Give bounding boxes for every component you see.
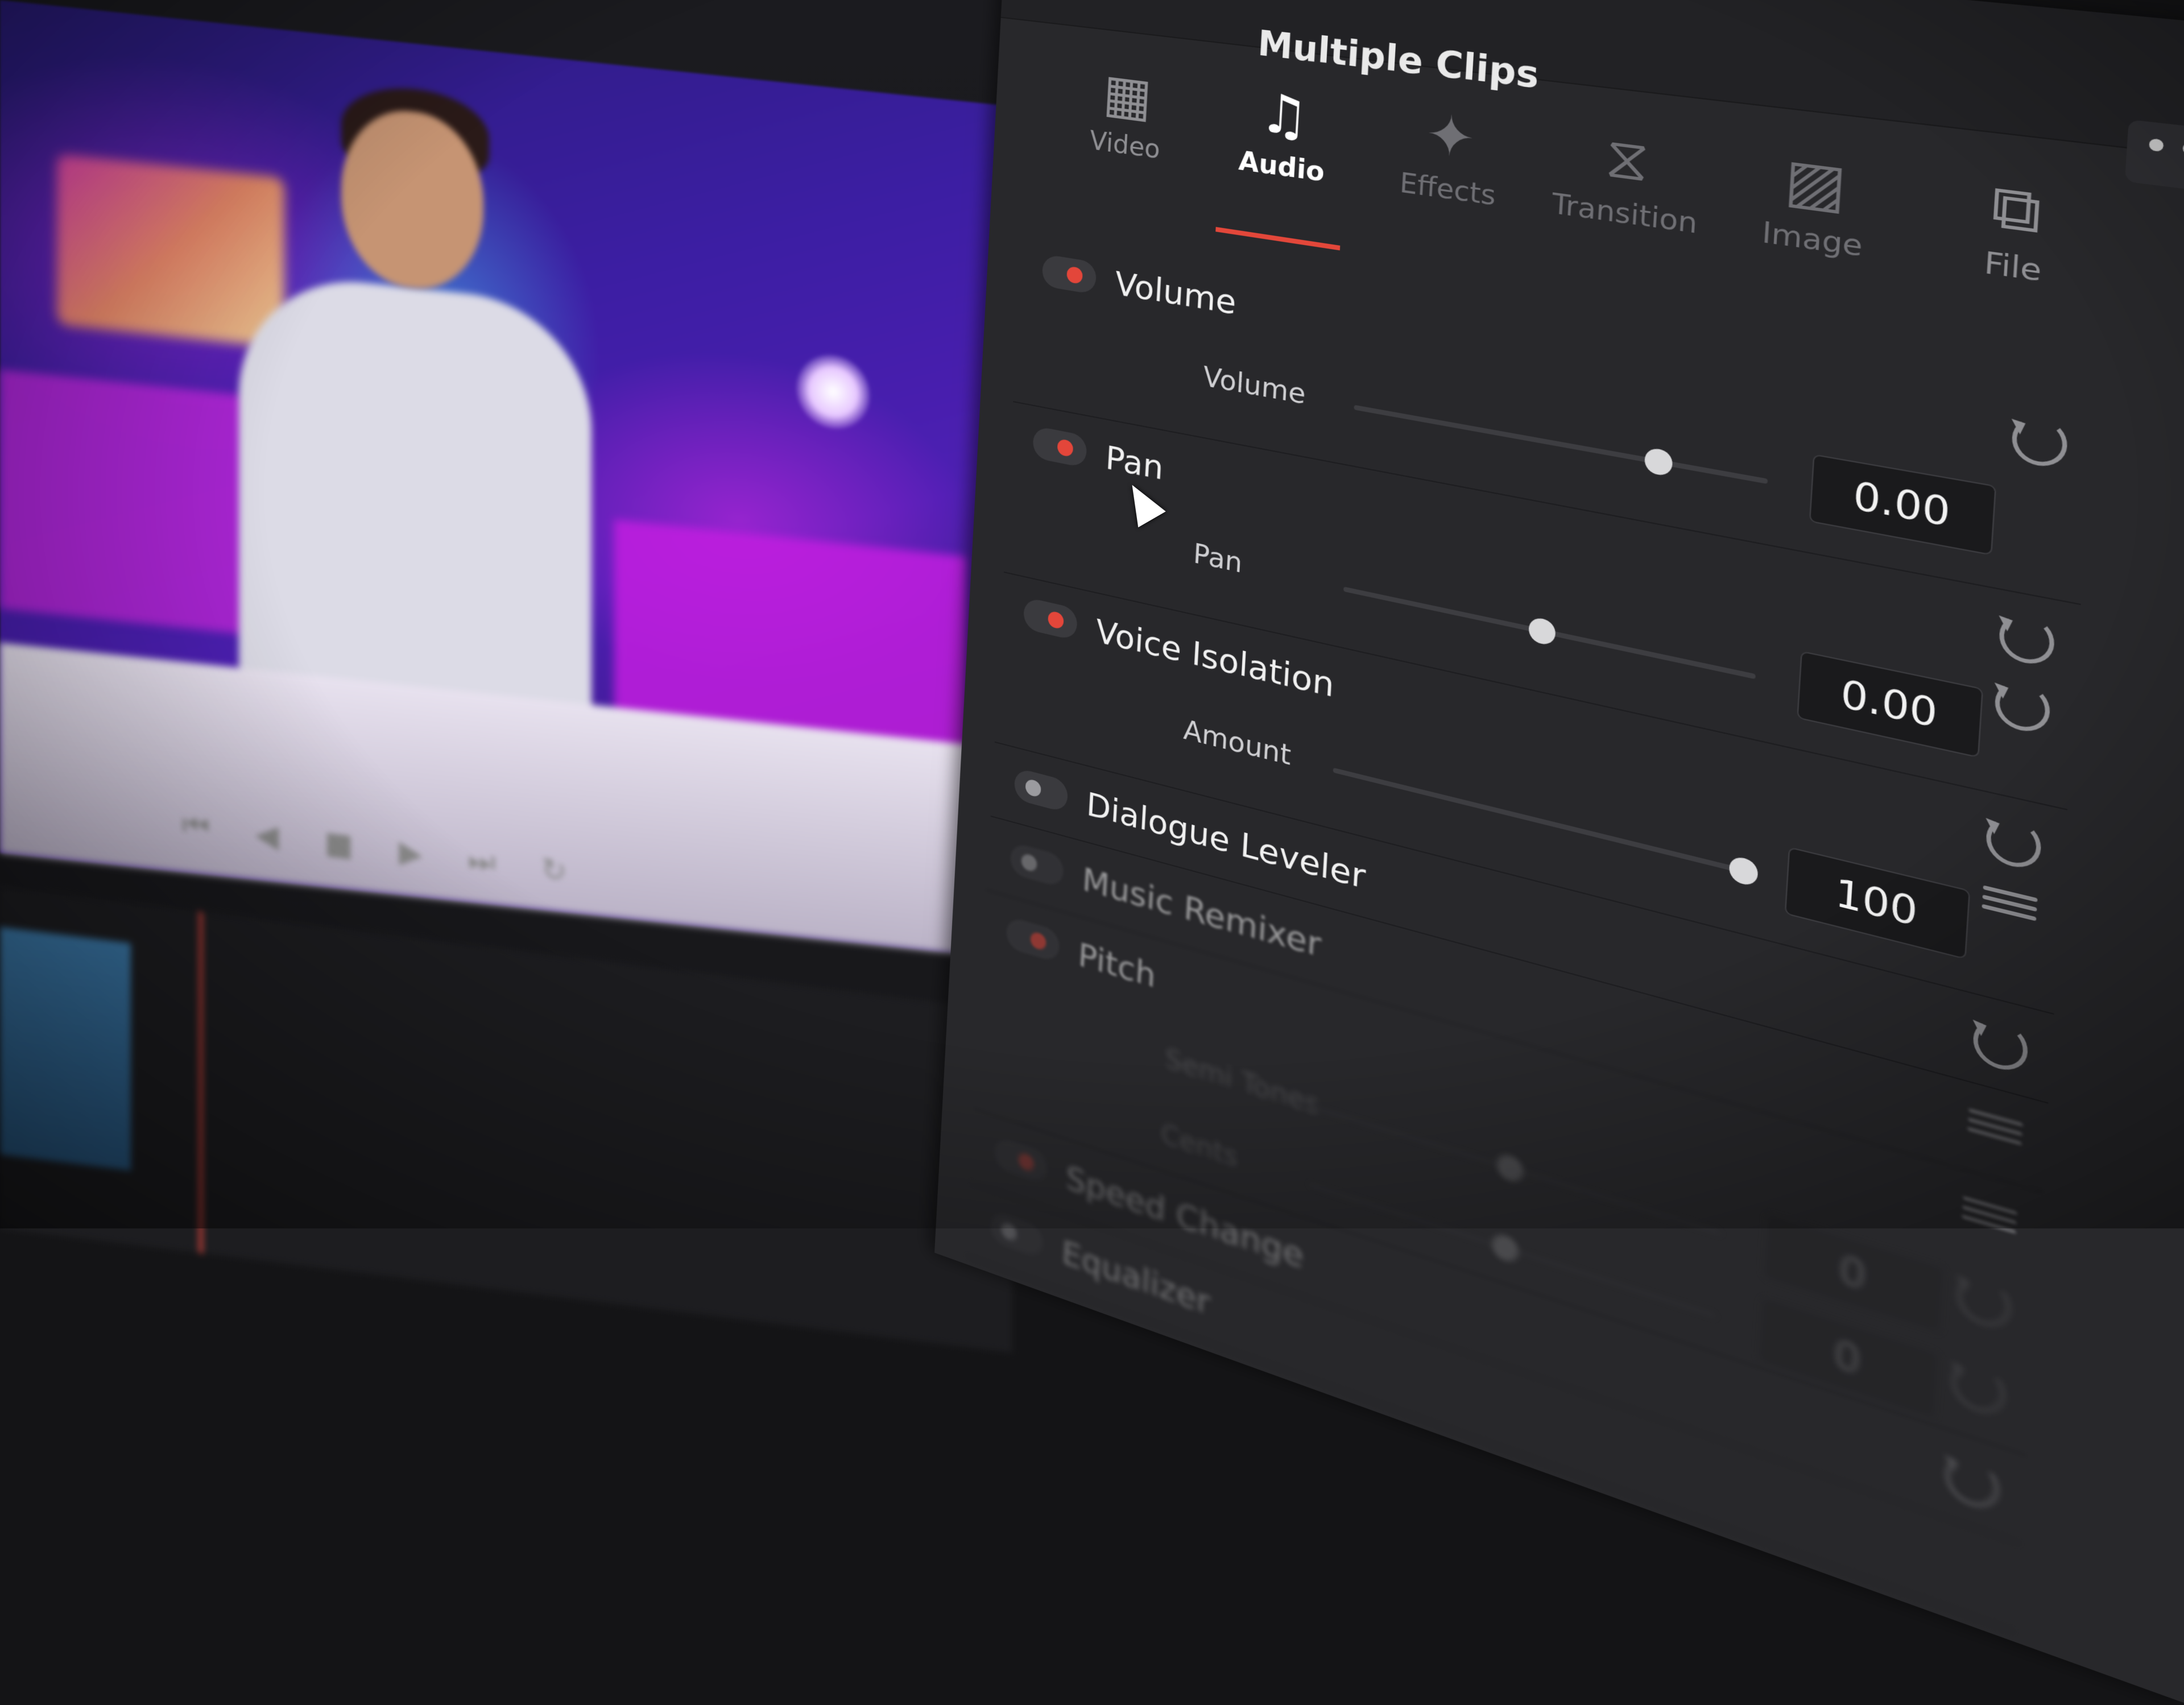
audio-sections: Volume Volume 0.00 Pan Pan 0.00 Voice Is… [966, 231, 2095, 1632]
adjust-sliders-icon[interactable] [1961, 1190, 2018, 1246]
param-label: Amount [1182, 713, 1292, 772]
reset-icon[interactable] [1950, 1356, 2007, 1420]
tab-label: File [1983, 246, 2043, 289]
slider-knob[interactable] [1491, 1231, 1519, 1265]
equalizer-toggle[interactable] [990, 1209, 1044, 1260]
slider-knob[interactable] [1728, 854, 1759, 888]
play-reverse-icon[interactable]: ◀ [255, 816, 279, 854]
pitch-toggle[interactable] [1006, 916, 1061, 963]
section-title: Pan [1105, 438, 1165, 488]
timeline-clip[interactable] [0, 927, 131, 1171]
speed-change-toggle[interactable] [994, 1135, 1048, 1185]
tab-effects[interactable]: ✦ Effects [1359, 90, 1540, 273]
stop-icon[interactable]: ■ [324, 824, 353, 863]
section-title: Volume [1114, 264, 1238, 322]
image-icon: ▨ [1782, 145, 1849, 222]
reset-icon[interactable] [1997, 610, 2056, 669]
skip-forward-icon[interactable]: ⏭ [468, 841, 496, 881]
music-remixer-toggle[interactable] [1010, 842, 1065, 888]
desk-lamp [796, 351, 870, 433]
pan-toggle[interactable] [1032, 425, 1087, 469]
section-title: Pitch [1077, 936, 1157, 996]
adjust-sliders-icon[interactable] [1967, 1103, 2024, 1158]
tab-image[interactable]: ▨ Image [1712, 133, 1917, 329]
file-icon: ⧉ [1989, 170, 2044, 248]
reset-icon[interactable] [1943, 1450, 2001, 1515]
slider-knob[interactable] [1528, 616, 1557, 647]
tab-audio[interactable]: ♫ Audio [1198, 70, 1368, 247]
music-note-icon: ♫ [1258, 81, 1311, 150]
volume-value-field[interactable]: 0.00 [1809, 454, 1997, 556]
wall-poster [57, 154, 284, 349]
reset-icon[interactable] [1971, 1015, 2029, 1076]
film-strip-icon: ▦ [1101, 61, 1154, 129]
tab-transition[interactable]: ⧖ Transition [1530, 110, 1722, 300]
playhead[interactable] [199, 911, 202, 1253]
magic-wand-icon: ✦ [1424, 101, 1477, 172]
slider-knob[interactable] [1644, 446, 1673, 477]
reset-icon[interactable] [1984, 813, 2042, 873]
slider-knob[interactable] [1496, 1152, 1524, 1185]
loop-icon[interactable]: ↻ [541, 850, 566, 889]
skip-back-icon[interactable]: ⏮ [182, 806, 210, 846]
voice-isolation-toggle[interactable] [1023, 597, 1078, 641]
param-label: Pan [1192, 537, 1243, 580]
param-label: Cents [1160, 1117, 1239, 1174]
shelf-left [0, 370, 245, 635]
tab-file[interactable]: ⧉ File [1906, 156, 2125, 361]
inspector-panel: Multiple Clips ••• ▦ Video ♫ Audio ✦ Eff… [934, 0, 2184, 1705]
more-options-button[interactable]: ••• [2124, 119, 2184, 198]
volume-toggle[interactable] [1041, 254, 1097, 295]
dialogue-leveler-toggle[interactable] [1014, 767, 1069, 813]
param-label: Volume [1202, 360, 1307, 411]
play-icon[interactable]: ▶ [399, 833, 423, 872]
keyframe-icon[interactable] [1955, 1270, 2013, 1334]
tab-video[interactable]: ▦ Video [1046, 52, 1206, 223]
